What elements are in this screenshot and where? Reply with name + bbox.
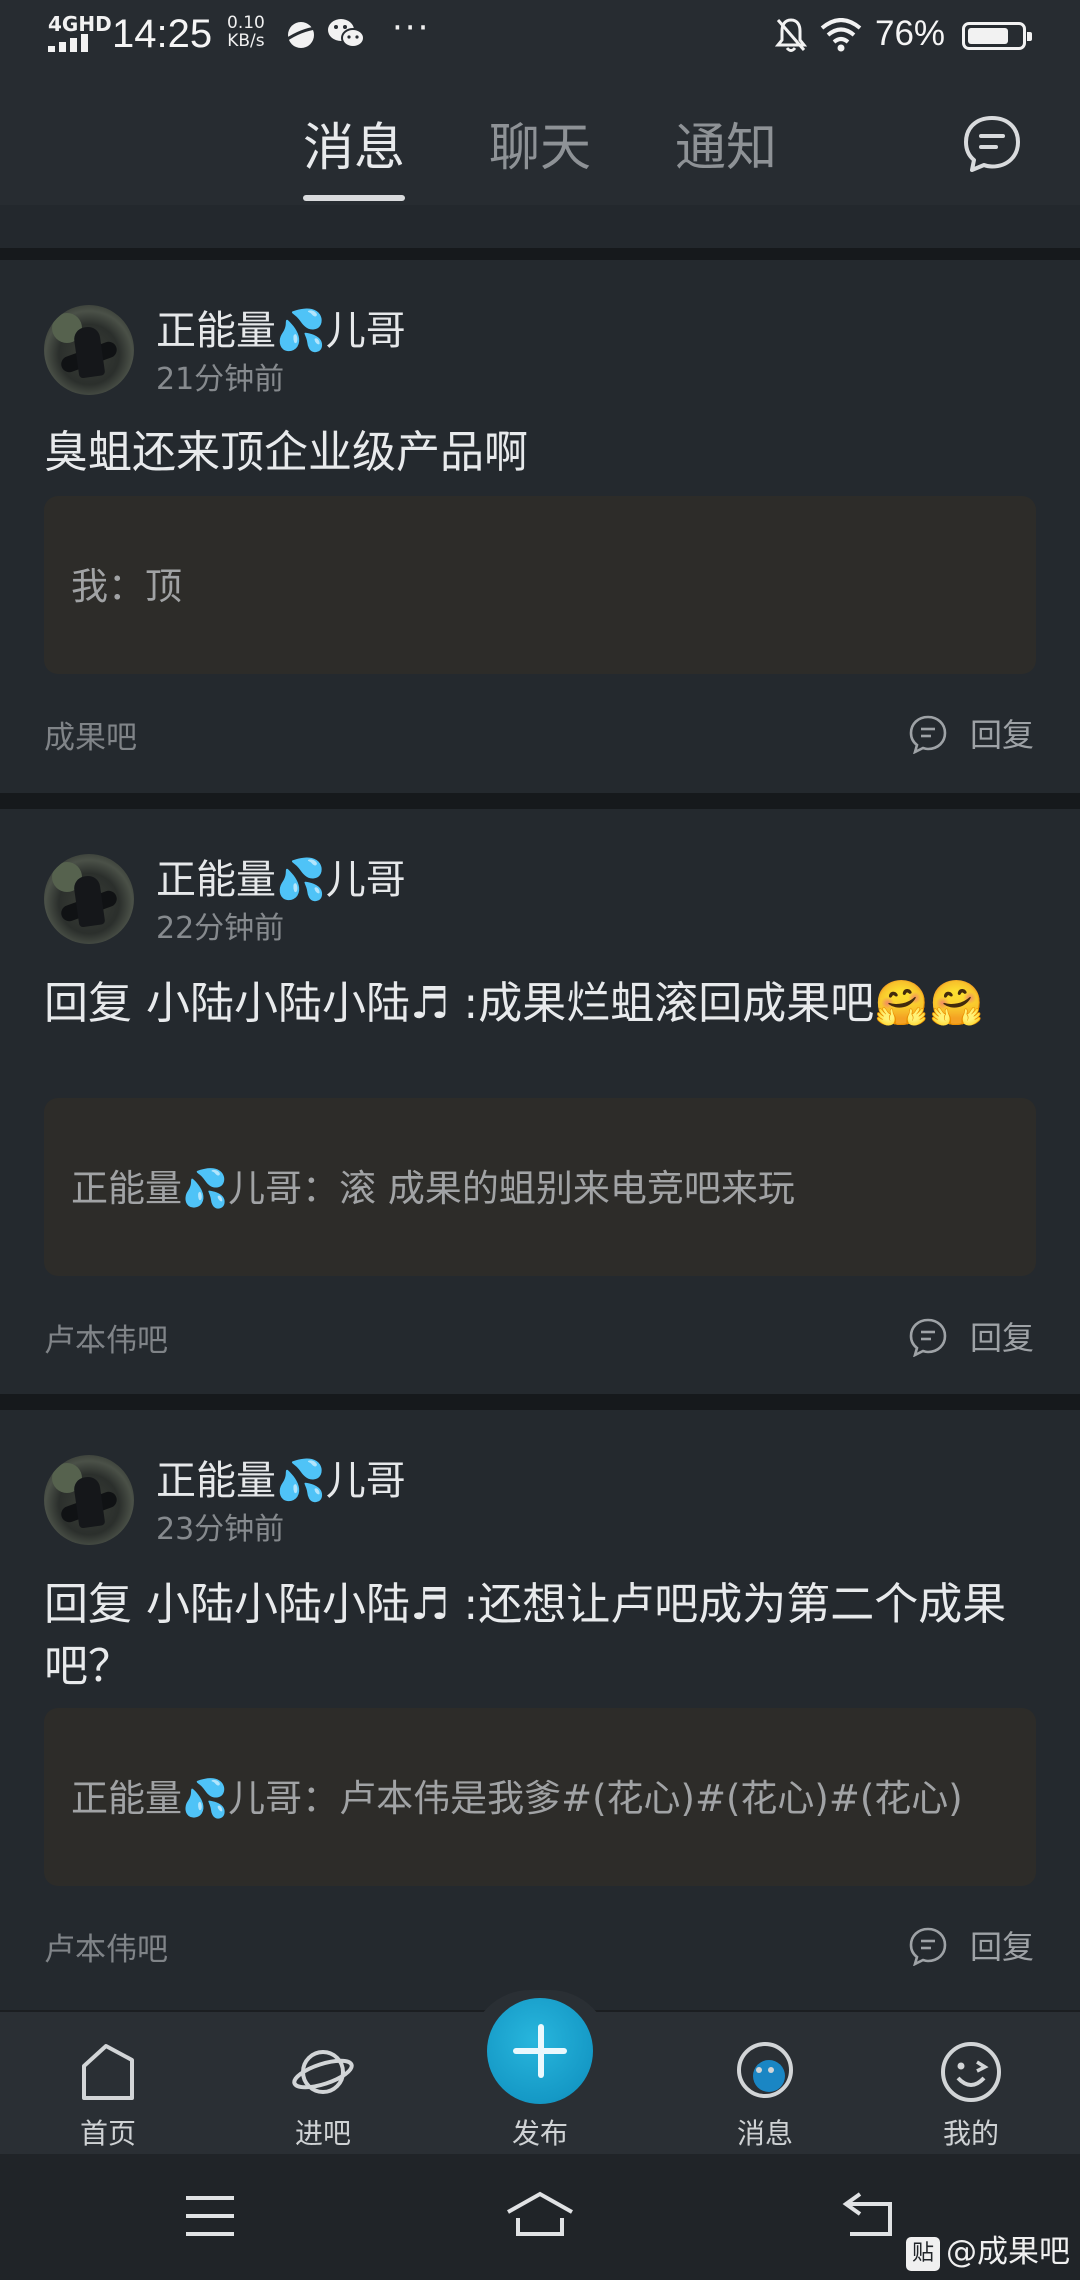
reply-button[interactable]: 回复 bbox=[908, 710, 1048, 754]
tab-notifications[interactable]: 通知 bbox=[675, 106, 777, 180]
username[interactable]: 正能量💦儿哥 bbox=[156, 1448, 406, 1506]
reply-icon bbox=[909, 715, 947, 754]
timestamp: 21分钟前 bbox=[156, 362, 285, 397]
quoted-text: 我：顶 bbox=[71, 565, 182, 608]
publish-label: 发布 bbox=[511, 2117, 568, 2150]
signal-icon bbox=[48, 34, 100, 52]
active-tab-indicator bbox=[303, 195, 405, 201]
watermark-text: @成果吧 bbox=[946, 2234, 1070, 2270]
smiley-icon bbox=[941, 2042, 1001, 2102]
reply-icon bbox=[909, 1318, 947, 1357]
reply-label: 回复 bbox=[970, 1928, 1035, 1966]
nav-forums[interactable]: 进吧 bbox=[248, 2012, 398, 2154]
reply-label: 回复 bbox=[970, 1319, 1035, 1357]
app-header: 4GHD 14:25 0.10 KB/s ··· 76% 消息 聊天 通知 bbox=[0, 0, 1080, 205]
nav-label: 我的 bbox=[942, 2117, 999, 2150]
previous-item-remnant bbox=[0, 205, 1080, 248]
tieba-logo: 贴 bbox=[906, 2237, 940, 2271]
avatar[interactable] bbox=[44, 854, 134, 944]
home-outline-icon[interactable] bbox=[504, 2190, 576, 2240]
avatar[interactable] bbox=[44, 1455, 134, 1545]
reply-button[interactable]: 回复 bbox=[908, 1922, 1048, 1966]
avatar[interactable] bbox=[44, 305, 134, 395]
quoted-post[interactable]: 我：顶 bbox=[44, 496, 1036, 674]
message-card[interactable]: 正能量💦儿哥 21分钟前 臭蛆还来顶企业级产品啊 我：顶 成果吧 回复 bbox=[0, 260, 1080, 793]
divider bbox=[0, 1394, 1080, 1410]
back-icon[interactable] bbox=[842, 2190, 898, 2240]
network-type: 4GHD bbox=[48, 12, 112, 36]
nav-label: 首页 bbox=[79, 2117, 136, 2150]
watermark: 贴 @成果吧 bbox=[906, 2226, 1070, 2271]
message-card[interactable]: 正能量💦儿哥 23分钟前 回复 小陆小陆小陆♬ :还想让卢吧成为第二个成果吧？ … bbox=[0, 1410, 1080, 2010]
status-bar: 4GHD 14:25 0.10 KB/s ··· 76% bbox=[0, 0, 1080, 75]
wifi-icon bbox=[820, 18, 862, 52]
mute-bell-icon bbox=[774, 18, 808, 52]
timestamp: 23分钟前 bbox=[156, 1512, 285, 1547]
publish-button[interactable] bbox=[487, 1998, 593, 2104]
planet-icon bbox=[292, 2050, 354, 2094]
clock: 14:25 bbox=[112, 12, 213, 56]
battery-fill bbox=[968, 28, 1008, 44]
quoted-post[interactable]: 正能量💦儿哥：滚 成果的蛆别来电竞吧来玩 bbox=[44, 1098, 1036, 1276]
quoted-text: 正能量💦儿哥：卢本伟是我爹#(花心)#(花心)#(花心) bbox=[71, 1777, 963, 1820]
quoted-post[interactable]: 正能量💦儿哥：卢本伟是我爹#(花心)#(花心)#(花心) bbox=[44, 1708, 1036, 1886]
message-content[interactable]: 臭蛆还来顶企业级产品啊 bbox=[44, 422, 1034, 484]
username[interactable]: 正能量💦儿哥 bbox=[156, 298, 406, 356]
home-icon bbox=[82, 2044, 134, 2100]
chat-bubble-icon[interactable] bbox=[960, 112, 1024, 176]
reply-button[interactable]: 回复 bbox=[908, 1313, 1048, 1357]
network-speed: 0.10 KB/s bbox=[227, 14, 265, 50]
nav-label: 消息 bbox=[736, 2117, 793, 2150]
divider bbox=[0, 793, 1080, 809]
nav-profile[interactable]: 我的 bbox=[896, 2012, 1046, 2154]
tab-bar: 消息 聊天 通知 bbox=[0, 90, 1080, 205]
message-content[interactable]: 回复 小陆小陆小陆♬ :成果烂蛆滚回成果吧🤗🤗 bbox=[44, 973, 1034, 1035]
nav-home[interactable]: 首页 bbox=[33, 2012, 183, 2154]
reply-label: 回复 bbox=[970, 716, 1035, 754]
divider bbox=[0, 248, 1080, 260]
battery-percent: 76% bbox=[875, 14, 946, 53]
battery-icon bbox=[962, 22, 1032, 50]
tab-messages[interactable]: 消息 bbox=[303, 106, 405, 180]
nav-label: 进吧 bbox=[294, 2117, 351, 2150]
more-indicator: ··· bbox=[392, 8, 431, 48]
speed-value: 0.10 bbox=[227, 13, 265, 33]
nav-messages[interactable]: 消息 bbox=[690, 2012, 840, 2154]
speed-unit: KB/s bbox=[227, 31, 265, 51]
wechat-icon bbox=[328, 19, 365, 48]
forum-name[interactable]: 成果吧 bbox=[44, 712, 137, 757]
planet-icon bbox=[285, 22, 317, 48]
forum-name[interactable]: 卢本伟吧 bbox=[44, 1315, 168, 1360]
message-card[interactable]: 正能量💦儿哥 22分钟前 回复 小陆小陆小陆♬ :成果烂蛆滚回成果吧🤗🤗 正能量… bbox=[0, 809, 1080, 1394]
message-icon bbox=[737, 2042, 793, 2098]
tab-chat[interactable]: 聊天 bbox=[489, 106, 591, 180]
forum-name[interactable]: 卢本伟吧 bbox=[44, 1924, 168, 1969]
menu-icon[interactable] bbox=[184, 2194, 236, 2238]
message-content[interactable]: 回复 小陆小陆小陆♬ :还想让卢吧成为第二个成果吧？ bbox=[44, 1574, 1034, 1698]
quoted-text: 正能量💦儿哥：滚 成果的蛆别来电竞吧来玩 bbox=[71, 1167, 795, 1210]
reply-icon bbox=[909, 1927, 947, 1966]
timestamp: 22分钟前 bbox=[156, 911, 285, 946]
username[interactable]: 正能量💦儿哥 bbox=[156, 847, 406, 905]
